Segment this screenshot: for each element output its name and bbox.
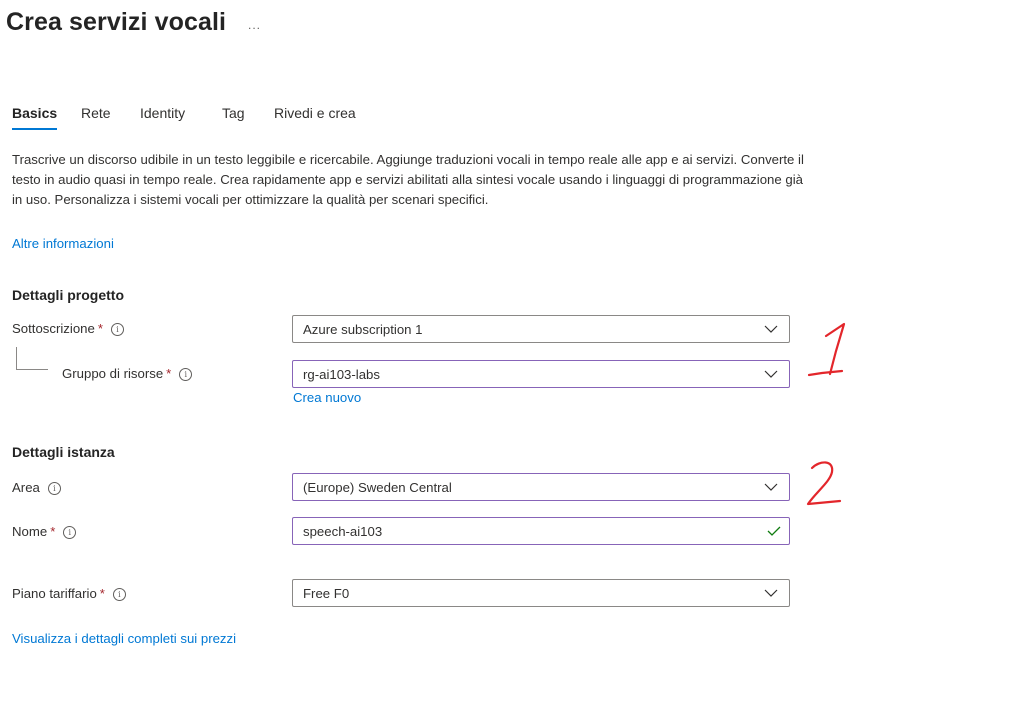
subscription-label: Sottoscrizione * i [12,321,124,336]
area-label-text: Area [12,480,40,495]
info-icon[interactable]: i [63,526,77,539]
required-marker: * [97,321,103,336]
chevron-down-icon [753,316,789,342]
tab-basics[interactable]: Basics [12,105,58,130]
pricing-tier-dropdown[interactable]: Free F0 [292,579,790,607]
info-icon[interactable]: i [112,588,126,601]
pricing-tier-label: Piano tariffario * i [12,586,126,601]
info-icon[interactable]: i [47,482,61,495]
info-icon[interactable]: i [179,368,193,381]
pricing-tier-label-text: Piano tariffario [12,586,97,601]
learn-more-link[interactable]: Altre informazioni [12,236,114,251]
page-title: Crea servizi vocali [6,8,227,36]
name-input[interactable]: speech-ai103 [292,517,790,545]
tab-rete[interactable]: Rete [81,105,111,121]
instance-details-heading: Dettagli istanza [12,444,115,460]
project-details-heading: Dettagli progetto [12,287,124,303]
tree-connector-vertical [16,347,17,369]
subscription-value: Azure subscription 1 [303,321,423,337]
resource-group-value: rg-ai103-labs [303,366,380,382]
resource-group-label-text: Gruppo di risorse [62,366,164,381]
annotation-number-1 [807,322,846,377]
subscription-label-text: Sottoscrizione [12,321,95,336]
more-options-button[interactable]: ... [248,18,261,32]
area-label: Area i [12,480,61,495]
chevron-down-icon [753,474,789,500]
tree-connector-horizontal [16,369,48,370]
create-speech-service-page: Crea servizi vocali ... Basics Rete Iden… [0,0,1024,718]
chevron-down-icon [753,580,789,606]
required-marker: * [50,524,56,539]
resource-group-label: Gruppo di risorse * i [62,366,193,381]
create-new-resource-group-link[interactable]: Crea nuovo [293,390,361,405]
name-value: speech-ai103 [303,523,383,539]
name-label: Nome * i [12,524,77,539]
tab-tag[interactable]: Tag [222,105,245,121]
info-icon[interactable]: i [110,323,124,336]
name-label-text: Nome [12,524,48,539]
area-dropdown[interactable]: (Europe) Sweden Central [292,473,790,501]
annotation-number-2 [806,461,842,506]
area-value: (Europe) Sweden Central [303,479,452,495]
service-description: Trascrive un discorso udibile in un test… [12,152,804,207]
chevron-down-icon [753,361,789,387]
tab-review-create[interactable]: Rivedi e crea [274,105,356,121]
checkmark-icon [759,518,789,544]
resource-group-dropdown[interactable]: rg-ai103-labs [292,360,790,388]
pricing-details-link[interactable]: Visualizza i dettagli completi sui prezz… [12,631,236,646]
subscription-dropdown[interactable]: Azure subscription 1 [292,315,790,343]
pricing-tier-value: Free F0 [303,585,350,601]
required-marker: * [99,586,105,601]
required-marker: * [166,366,172,381]
tab-identity[interactable]: Identity [140,105,185,121]
